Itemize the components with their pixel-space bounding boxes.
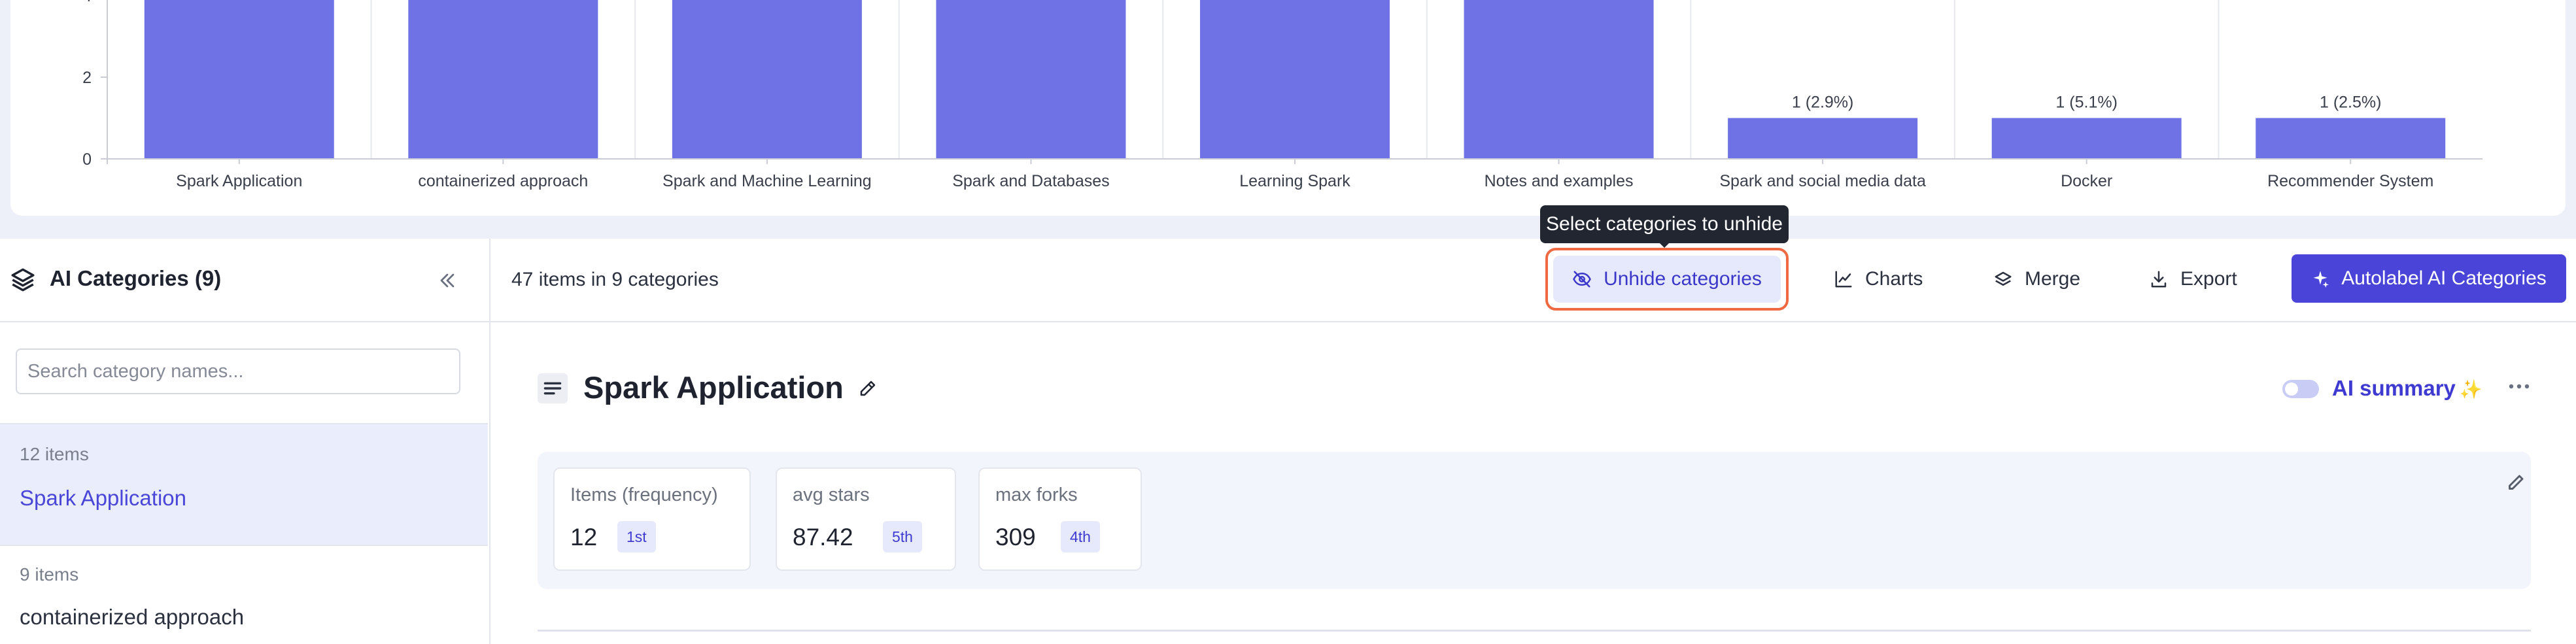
- bar[interactable]: [2256, 118, 2446, 160]
- edit-stats-pencil-icon[interactable]: [2505, 470, 2528, 494]
- bar[interactable]: [144, 0, 334, 159]
- unhide-highlight-frame: Unhide categories: [1545, 248, 1789, 311]
- autolabel-label: Autolabel AI Categories: [2341, 267, 2547, 289]
- unhide-categories-button[interactable]: Unhide categories: [1553, 256, 1781, 303]
- download-icon: [2151, 271, 2167, 288]
- sparkle-icon: ✨: [2459, 379, 2482, 399]
- x-category-label: Docker: [2061, 172, 2112, 190]
- category-item-name: Spark Application: [20, 486, 186, 510]
- x-category-label: containerized approach: [418, 172, 588, 190]
- category-item-count: 9 items: [20, 564, 79, 585]
- stat-label: Items (frequency): [570, 484, 718, 505]
- rank-badge: 1st: [617, 521, 656, 552]
- toggle-knob: [2285, 382, 2298, 396]
- x-category-label: Learning Spark: [1239, 172, 1350, 190]
- bar-data-label: 1 (2.9%): [1792, 93, 1853, 112]
- bar[interactable]: [408, 0, 598, 159]
- charts-button[interactable]: Charts: [1834, 253, 1923, 305]
- eye-off-icon: [1573, 271, 1591, 288]
- x-category-label: Notes and examples: [1485, 172, 1634, 190]
- stat-card-avg-stars: avg stars 87.42 5th: [776, 467, 956, 571]
- category-search-input[interactable]: [16, 348, 460, 394]
- category-bar-chart: 0 2 4 Spark Application containerized approa…: [10, 0, 2566, 216]
- category-title: Spark Application: [583, 370, 844, 405]
- x-category-label: Recommender System: [2267, 172, 2433, 190]
- stat-card-max-forks: max forks 309 4th: [978, 467, 1142, 571]
- y-tick-label: 2: [82, 69, 92, 87]
- bar[interactable]: [936, 0, 1126, 159]
- categories-toolbar: 47 items in 9 categories Unhide categori…: [490, 239, 2576, 322]
- collapse-sidebar-icon[interactable]: [434, 269, 460, 292]
- bar[interactable]: [1464, 0, 1654, 159]
- items-summary-text: 47 items in 9 categories: [511, 269, 719, 290]
- stat-label: avg stars: [793, 484, 870, 505]
- export-button[interactable]: Export: [2149, 253, 2237, 305]
- stat-value: 12: [570, 524, 598, 551]
- merge-button[interactable]: Merge: [1993, 253, 2080, 305]
- stat-value: 87.42: [793, 524, 853, 551]
- sparkles-icon: [2313, 271, 2329, 288]
- autolabel-ai-categories-button[interactable]: Autolabel AI Categories: [2292, 254, 2566, 303]
- category-detail-main: 47 items in 9 categories Unhide categori…: [490, 239, 2576, 644]
- sidebar-title: AI Categories (9): [50, 266, 222, 290]
- sidebar-header: AI Categories (9): [0, 239, 489, 322]
- bar[interactable]: [1200, 0, 1390, 159]
- x-category-label: Spark Application: [176, 172, 302, 190]
- tooltip-arrow: [1658, 242, 1670, 248]
- bar-data-label: 1 (5.1%): [2055, 93, 2117, 112]
- x-category-label: Spark and Databases: [952, 172, 1109, 190]
- category-item-spark-application[interactable]: 12 items Spark Application: [0, 423, 488, 546]
- bar-data-label: 1 (2.5%): [2320, 93, 2381, 112]
- rank-badge: 5th: [883, 521, 922, 552]
- categories-workspace: AI Categories (9) 12 items Spark Applica…: [0, 239, 2576, 644]
- category-item-name: containerized approach: [20, 605, 245, 629]
- ai-summary-label: AI summary: [2332, 376, 2456, 400]
- x-category-label: Spark and Machine Learning: [662, 172, 872, 190]
- category-item-containerized-approach[interactable]: 9 items containerized approach: [0, 546, 488, 644]
- x-category-label: Spark and social media data: [1719, 172, 1926, 190]
- layers-icon: [11, 268, 35, 292]
- category-stats-panel: Items (frequency) 12 1st avg stars 87.42…: [538, 452, 2531, 589]
- line-chart-icon: [1835, 271, 1852, 288]
- unhide-tooltip: Select categories to unhide: [1540, 205, 1789, 243]
- bar-chart-svg: 0 2 4 Spark Application containerized approa…: [82, 0, 2482, 190]
- categories-sidebar: AI Categories (9) 12 items Spark Applica…: [0, 239, 490, 644]
- bar[interactable]: [1728, 118, 1918, 160]
- unhide-categories-label: Unhide categories: [1604, 268, 1762, 290]
- stat-value: 309: [995, 524, 1036, 551]
- merge-label: Merge: [2025, 268, 2081, 290]
- bar[interactable]: [1991, 118, 2182, 160]
- charts-label: Charts: [1865, 268, 1923, 290]
- stat-label: max forks: [995, 484, 1078, 505]
- ai-summary-toggle[interactable]: [2282, 380, 2319, 398]
- text-lines-icon: [538, 373, 568, 403]
- stat-card-frequency: Items (frequency) 12 1st: [553, 467, 751, 571]
- y-tick-label: 0: [82, 150, 92, 169]
- section-divider: [538, 630, 2531, 632]
- edit-title-pencil-icon[interactable]: [858, 379, 878, 398]
- bar[interactable]: [672, 0, 862, 159]
- category-item-count: 12 items: [20, 444, 89, 464]
- y-tick-label: 4: [82, 0, 92, 5]
- export-label: Export: [2180, 268, 2237, 290]
- ai-summary-button[interactable]: AI summary ✨: [2332, 376, 2482, 401]
- more-options-icon[interactable]: [2505, 379, 2533, 394]
- merge-layers-icon: [1995, 271, 2012, 286]
- rank-badge: 4th: [1061, 521, 1100, 552]
